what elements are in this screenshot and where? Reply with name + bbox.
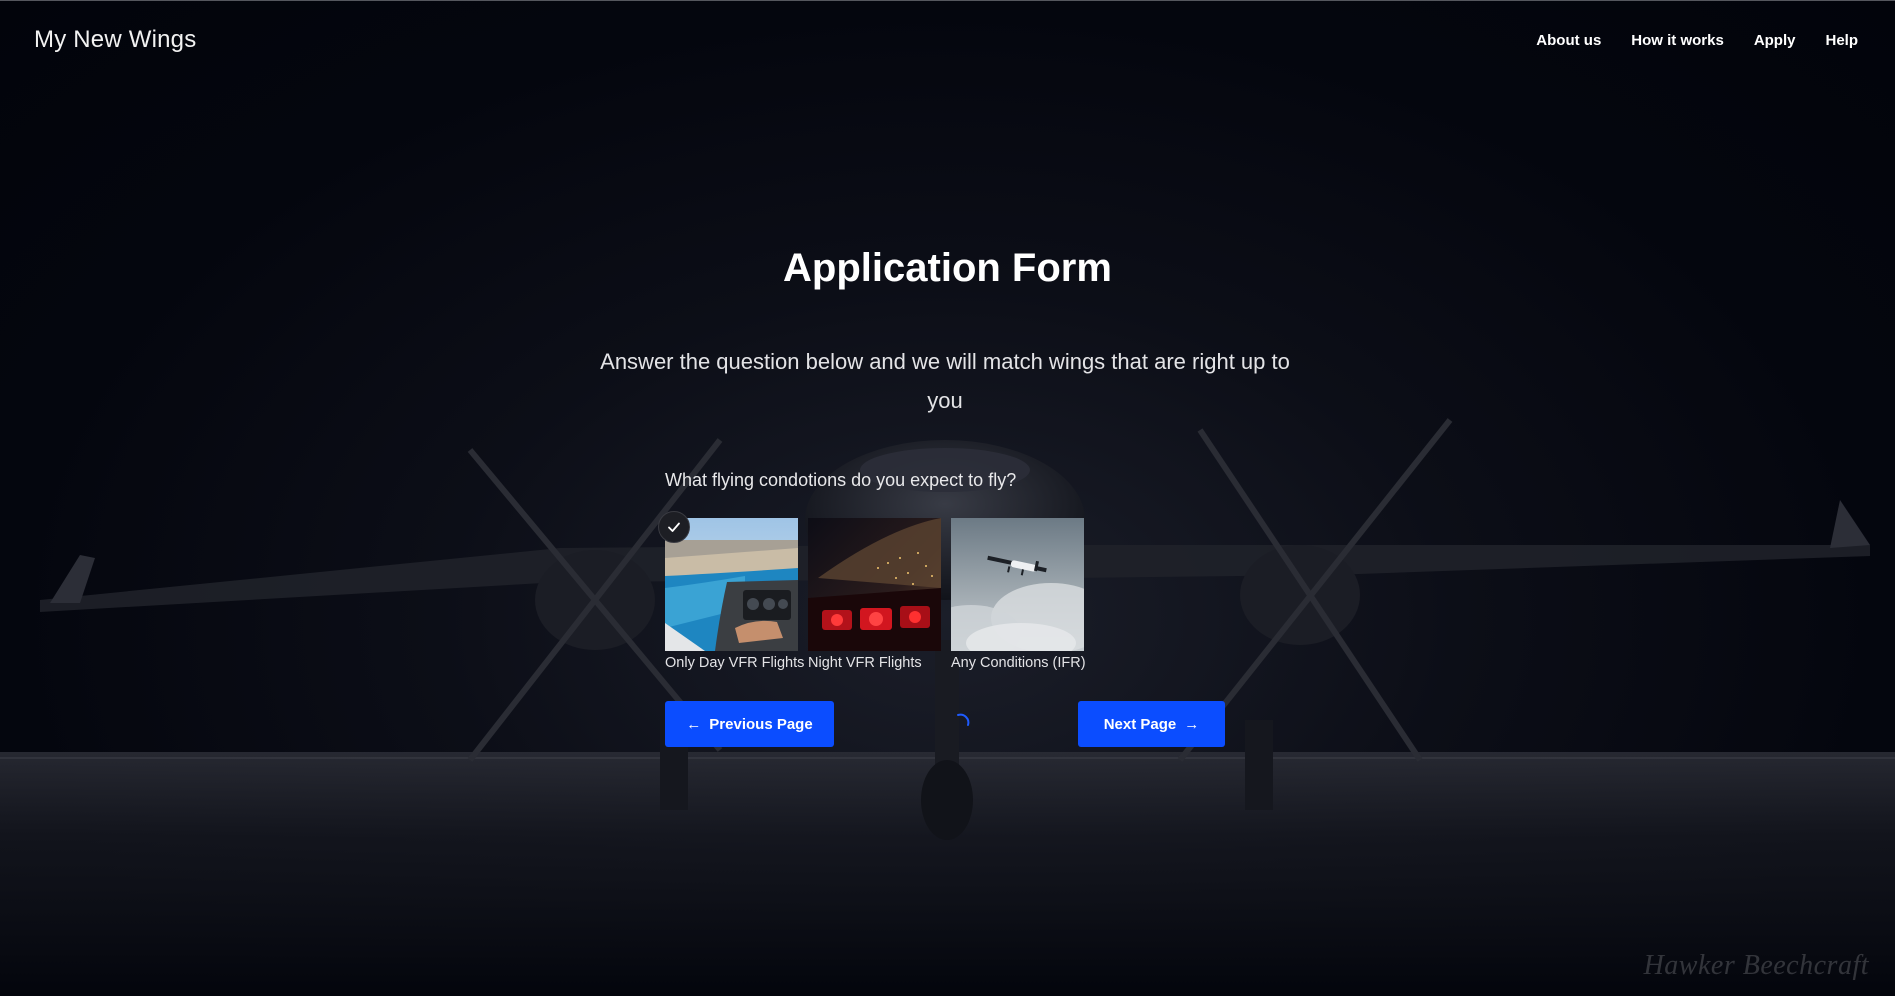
next-page-label: Next Page bbox=[1103, 715, 1177, 733]
night-vfr-image bbox=[808, 518, 941, 651]
option-label: Only Day VFR Flights bbox=[665, 655, 805, 671]
previous-page-button[interactable]: ← Previous Page bbox=[665, 701, 834, 747]
nav-help[interactable]: Help bbox=[1825, 32, 1858, 49]
option-ifr[interactable]: Any Conditions (IFR) bbox=[951, 518, 1086, 671]
page-title: Application Form bbox=[783, 246, 1112, 290]
nav-apply[interactable]: Apply bbox=[1754, 32, 1796, 49]
option-night-vfr[interactable]: Night VFR Flights bbox=[808, 518, 941, 671]
option-label: Night VFR Flights bbox=[808, 655, 922, 671]
nav-about-us[interactable]: About us bbox=[1536, 32, 1601, 49]
question-label: What flying condotions do you expect to … bbox=[665, 470, 1017, 490]
nav-how-it-works[interactable]: How it works bbox=[1631, 32, 1724, 49]
brand-watermark: Hawker Beechcraft bbox=[1643, 950, 1869, 981]
aircraft-background-image bbox=[0, 418, 1895, 996]
top-border bbox=[0, 0, 1895, 1]
option-day-vfr[interactable]: Only Day VFR Flights bbox=[658, 511, 805, 671]
page: My New Wings About us How it works Apply… bbox=[0, 0, 1895, 996]
brand-logo[interactable]: My New Wings bbox=[34, 26, 196, 54]
answer-options: Only Day VFR Flights Night VFR Flights A… bbox=[658, 511, 1086, 671]
loading-spinner-icon bbox=[957, 713, 970, 726]
arrow-left-icon: ← bbox=[686, 715, 702, 733]
option-label: Any Conditions (IFR) bbox=[951, 655, 1086, 671]
next-page-button[interactable]: Next Page → bbox=[1078, 701, 1225, 747]
arrow-right-icon: → bbox=[1184, 715, 1200, 733]
previous-page-label: Previous Page bbox=[709, 715, 813, 733]
selected-check-icon bbox=[658, 511, 690, 543]
page-subtitle: Answer the question below and we will ma… bbox=[600, 349, 1290, 413]
ifr-image bbox=[951, 518, 1084, 651]
main-nav: About us How it works Apply Help bbox=[1536, 32, 1858, 49]
